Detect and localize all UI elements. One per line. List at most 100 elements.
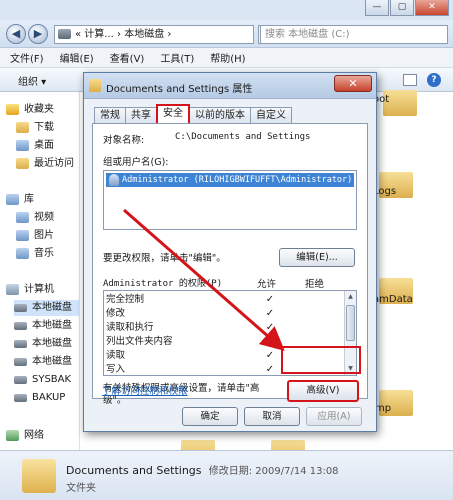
nav-drive-sysbak[interactable]: SYSBAK	[14, 372, 71, 388]
nav-network[interactable]: 网络	[6, 428, 44, 444]
nav-recent[interactable]: 最近访问	[16, 156, 74, 172]
dialog-close-button[interactable]: ✕	[334, 75, 372, 92]
tab-security[interactable]: 安全	[156, 104, 190, 123]
properties-dialog: Documents and Settings 属性 ✕ 常规 共享 安全 以前的…	[83, 72, 377, 432]
nav-drive-3[interactable]: 本地磁盘	[14, 336, 72, 352]
scroll-thumb[interactable]	[346, 305, 355, 341]
permission-name: 修改	[106, 308, 126, 319]
dialog-title-bar[interactable]: Documents and Settings 属性 ✕	[84, 73, 376, 99]
folder-icon	[89, 79, 101, 92]
nav-label: 网络	[24, 430, 44, 441]
menu-file[interactable]: 文件(F)	[10, 50, 44, 65]
address-text: « 计算... › 本地磁盘 ›	[75, 29, 172, 40]
access-control-link[interactable]: 了解访问控制和权限	[102, 383, 188, 397]
minimize-button[interactable]: —	[365, 0, 389, 16]
nav-drive-1[interactable]: 本地磁盘	[14, 300, 80, 316]
permissions-header: Administrator 的权限(P)	[103, 279, 223, 289]
details-filename: Documents and Settings	[66, 464, 202, 477]
file-label-fragment: mp	[375, 403, 392, 414]
navigation-pane: 收藏夹 下载 桌面 最近访问 库 视频 图片 音乐 计算机 本地磁盘 本地磁盘 …	[0, 92, 80, 450]
advanced-button[interactable]: 高级(V)	[287, 380, 359, 402]
deny-column-header: 拒绝	[305, 279, 325, 290]
users-listbox[interactable]: Administrator (RILOHIGBWIFUFFT\Administr…	[103, 170, 357, 230]
apply-button[interactable]: 应用(A)	[306, 407, 362, 426]
permission-name: 读取和执行	[106, 322, 154, 333]
folder-icon	[22, 459, 56, 493]
drive-icon	[14, 394, 27, 402]
details-modified: 修改日期: 2009/7/14 13:08	[208, 466, 339, 477]
nav-libraries[interactable]: 库	[6, 192, 34, 208]
maximize-button[interactable]: ▢	[390, 0, 414, 16]
nav-computer[interactable]: 计算机	[6, 282, 54, 298]
permissions-list: 完全控制 ✓ 修改 ✓ 读取和执行 ✓ 列出文件夹内容 ✓ 读取 ✓ 写入 ✓ ▲ ▼	[103, 290, 357, 376]
nav-downloads[interactable]: 下载	[16, 120, 54, 136]
nav-pictures[interactable]: 图片	[16, 228, 54, 244]
dialog-title: Documents and Settings 属性	[106, 84, 253, 95]
search-input[interactable]: 搜索 本地磁盘 (C:)	[260, 25, 448, 44]
drive-icon	[58, 29, 71, 39]
nav-drive-2[interactable]: 本地磁盘	[14, 318, 72, 334]
nav-label: 本地磁盘	[32, 356, 72, 367]
address-bar[interactable]: « 计算... › 本地磁盘 ›	[54, 25, 254, 44]
nav-label: SYSBAK	[32, 374, 72, 385]
cancel-button[interactable]: 取消	[244, 407, 300, 426]
details-type: 文件夹	[66, 483, 96, 494]
check-icon: ✓	[265, 322, 275, 333]
window-controls: — ▢ ✕	[365, 0, 449, 16]
nav-drive-bakup[interactable]: BAKUP	[14, 390, 65, 406]
permission-row: 修改 ✓	[106, 307, 344, 320]
close-window-button[interactable]: ✕	[415, 0, 449, 16]
edit-button[interactable]: 编辑(E)...	[279, 248, 355, 267]
nav-label: 图片	[34, 230, 54, 241]
back-button[interactable]: ◀	[6, 24, 26, 44]
drive-icon	[14, 340, 27, 348]
group-users-label: 组或用户名(G):	[103, 157, 169, 168]
help-icon[interactable]: ?	[427, 73, 441, 87]
ok-button[interactable]: 确定	[182, 407, 238, 426]
menu-edit[interactable]: 编辑(E)	[60, 50, 94, 65]
permission-name: 列出文件夹内容	[106, 336, 173, 347]
menu-help[interactable]: 帮助(H)	[210, 50, 245, 65]
forward-button[interactable]: ▶	[28, 24, 48, 44]
permission-row: 列出文件夹内容 ✓	[106, 335, 344, 348]
folder-icon	[16, 122, 29, 133]
tab-strip: 常规 共享 安全 以前的版本 自定义	[94, 104, 292, 123]
object-name-value: C:\Documents and Settings	[175, 132, 311, 142]
scroll-up-icon[interactable]: ▲	[345, 291, 356, 303]
nav-desktop[interactable]: 桌面	[16, 138, 54, 154]
security-tab-panel: 对象名称: C:\Documents and Settings 组或用户名(G)…	[92, 123, 368, 406]
allow-column-header: 允许	[257, 279, 277, 290]
check-icon: ✓	[265, 364, 275, 375]
user-item-administrator[interactable]: Administrator (RILOHIGBWIFUFFT\Administr…	[106, 173, 354, 187]
tab-sharing[interactable]: 共享	[125, 107, 157, 123]
nav-label: 最近访问	[34, 158, 74, 169]
star-icon	[6, 104, 19, 115]
video-icon	[16, 212, 29, 223]
nav-music[interactable]: 音乐	[16, 246, 54, 262]
menu-view[interactable]: 查看(V)	[110, 50, 145, 65]
organize-button[interactable]: 组织 ▾	[18, 73, 46, 88]
computer-icon	[6, 284, 19, 295]
music-icon	[16, 248, 29, 259]
scroll-down-icon[interactable]: ▼	[345, 363, 356, 375]
tab-previous-versions[interactable]: 以前的版本	[189, 107, 251, 123]
menu-tools[interactable]: 工具(T)	[160, 50, 194, 65]
nav-label: 桌面	[34, 140, 54, 151]
permissions-scrollbar[interactable]: ▲ ▼	[344, 291, 356, 375]
permission-row: 读取和执行 ✓	[106, 321, 344, 334]
tab-general[interactable]: 常规	[94, 107, 126, 123]
permission-name: 完全控制	[106, 294, 145, 305]
check-icon: ✓	[265, 294, 275, 305]
tab-customize[interactable]: 自定义	[250, 107, 292, 123]
change-permissions-hint: 要更改权限，请单击"编辑"。	[103, 253, 226, 264]
desktop-icon	[16, 140, 29, 151]
recent-places-icon	[16, 158, 29, 169]
nav-drive-4[interactable]: 本地磁盘	[14, 354, 72, 370]
check-icon: ✓	[265, 350, 275, 361]
nav-videos[interactable]: 视频	[16, 210, 54, 226]
view-options-icon[interactable]	[403, 74, 417, 86]
search-placeholder: 搜索 本地磁盘 (C:)	[265, 29, 350, 40]
nav-favorites[interactable]: 收藏夹	[6, 102, 54, 118]
nav-label: 本地磁盘	[32, 338, 72, 349]
nav-label: 库	[24, 194, 34, 205]
